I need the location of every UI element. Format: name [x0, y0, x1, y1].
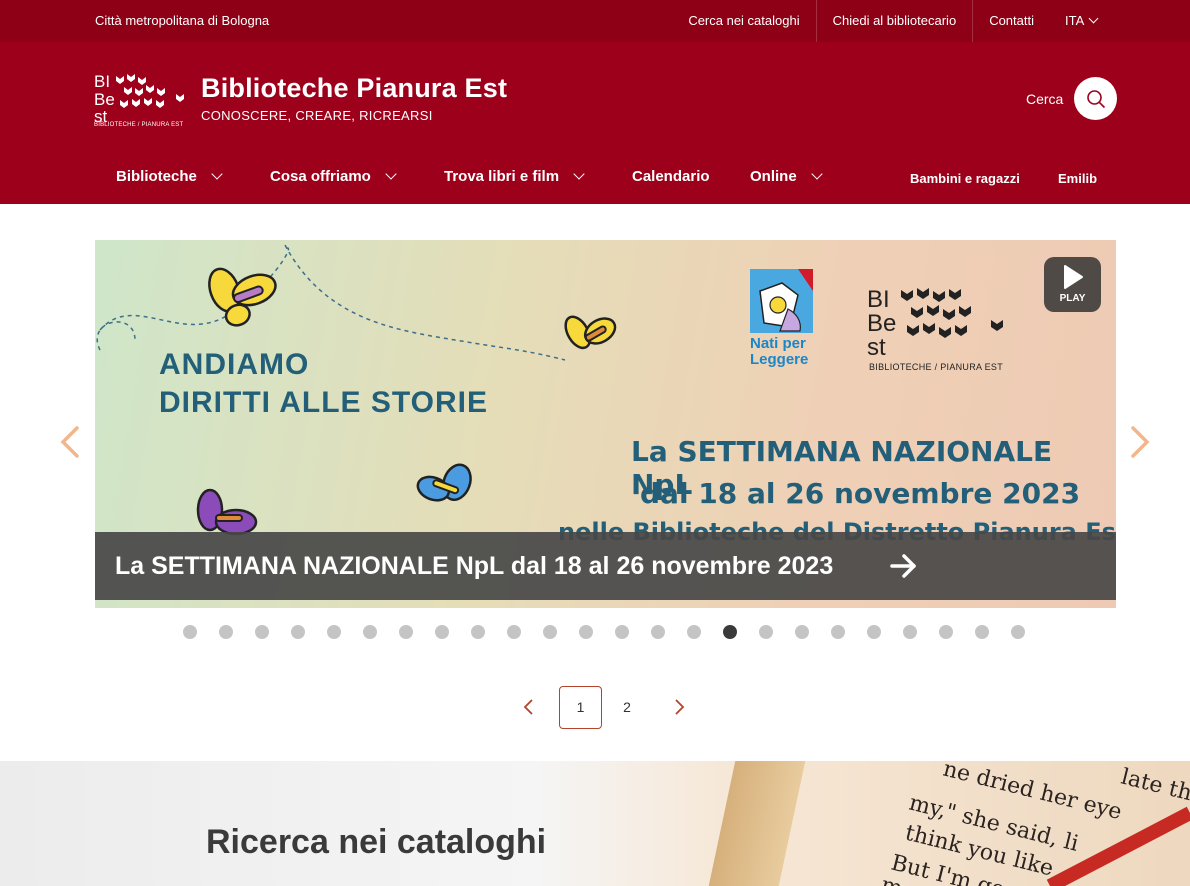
carousel-dot[interactable] [939, 625, 953, 639]
logo-subtext: BIBLIOTECHE / PIANURA EST [94, 122, 184, 128]
nav-label: Calendario [632, 168, 710, 185]
nati-per-leggere-logo [750, 269, 813, 333]
carousel-dot[interactable] [507, 625, 521, 639]
svg-text:Be: Be [867, 310, 896, 337]
catalog-section: ne dried her eye my," she said, li think… [0, 761, 1190, 886]
site-tagline: CONOSCERE, CREARE, RICREARSI [201, 108, 433, 123]
link-contatti[interactable]: Contatti [972, 0, 1050, 42]
play-label: PLAY [1059, 293, 1086, 304]
carousel-dot[interactable] [399, 625, 413, 639]
carousel-dot[interactable] [219, 625, 233, 639]
carousel-dot[interactable] [903, 625, 917, 639]
carousel-dot[interactable] [291, 625, 305, 639]
slide-caption-text: La SETTIMANA NAZIONALE NpL dal 18 al 26 … [115, 552, 834, 580]
carousel-dot[interactable] [471, 625, 485, 639]
search-label[interactable]: Cerca [1026, 91, 1063, 107]
nav-biblioteche[interactable]: Biblioteche [116, 168, 270, 185]
pager-next-icon[interactable] [670, 697, 688, 717]
carousel-dot[interactable] [759, 625, 773, 639]
nati-per-leggere-text: Nati per Leggere [750, 335, 809, 368]
nav-label: Trova libri e film [444, 168, 560, 185]
carousel-dot[interactable] [723, 625, 737, 639]
search-icon [1086, 89, 1105, 108]
slide-logo-subtext: BIBLIOTECHE / PIANURA EST [869, 362, 1004, 372]
search-button[interactable] [1074, 77, 1117, 120]
carousel-dot[interactable] [795, 625, 809, 639]
carousel-dot[interactable] [255, 625, 269, 639]
carousel-dot[interactable] [687, 625, 701, 639]
catalog-title: Ricerca nei cataloghi [206, 823, 547, 861]
site-header: BI Be st BIBLIOTECHE / PIANURA EST Bibli… [0, 42, 1190, 204]
chevron-down-icon [811, 168, 823, 180]
utility-links: Cerca nei cataloghi Chiedi al biblioteca… [672, 0, 1050, 42]
carousel-dot[interactable] [543, 625, 557, 639]
carousel-next-arrow-icon[interactable] [1128, 425, 1152, 459]
link-chiedi-bibliotecario[interactable]: Chiedi al bibliotecario [815, 0, 973, 42]
carousel-dot[interactable] [651, 625, 665, 639]
chevron-down-icon [1088, 13, 1099, 24]
svg-text:st: st [867, 334, 886, 361]
slide-heading-line1: ANDIAMO [159, 348, 310, 381]
main-nav: Biblioteche Cosa offriamo Trova libri e … [116, 168, 823, 185]
carousel-dot[interactable] [831, 625, 845, 639]
carousel-dot[interactable] [579, 625, 593, 639]
nav-emilib[interactable]: Emilib [1058, 171, 1097, 186]
nav-online[interactable]: Online [750, 168, 823, 185]
language-selector[interactable]: ITA [1065, 13, 1099, 28]
carousel-dot[interactable] [435, 625, 449, 639]
site-title[interactable]: Biblioteche Pianura Est [201, 73, 507, 104]
page-current[interactable]: 1 [559, 686, 602, 729]
nav-label: Cosa offriamo [270, 168, 371, 185]
chevron-down-icon [573, 168, 585, 180]
carousel-dot[interactable] [867, 625, 881, 639]
carousel-dot[interactable] [363, 625, 377, 639]
carousel-dot[interactable] [183, 625, 197, 639]
page-2-link[interactable]: 2 [616, 686, 638, 729]
link-cerca-cataloghi[interactable]: Cerca nei cataloghi [672, 0, 815, 42]
svg-text:late th: late th [1119, 765, 1190, 807]
book-edge-decoration [708, 761, 806, 886]
slide-heading-line2: DIRITTI ALLE STORIE [159, 386, 489, 419]
region-link[interactable]: Città metropolitana di Bologna [95, 13, 269, 28]
slide-npl-line2: dal 18 al 26 novembre 2023 [640, 477, 1081, 510]
nav-calendario[interactable]: Calendario [632, 168, 750, 185]
carousel-dots [183, 625, 1025, 639]
carousel-dot[interactable] [615, 625, 629, 639]
nav-label: Biblioteche [116, 168, 197, 185]
nav-bambini-ragazzi[interactable]: Bambini e ragazzi [910, 171, 1020, 186]
carousel-prev-arrow-icon[interactable] [58, 425, 82, 459]
carousel-dot[interactable] [327, 625, 341, 639]
carousel-dot[interactable] [1011, 625, 1025, 639]
chevron-down-icon [211, 168, 223, 180]
pager-prev-icon[interactable] [520, 697, 538, 717]
slide-caption[interactable]: La SETTIMANA NAZIONALE NpL dal 18 al 26 … [95, 532, 1116, 600]
play-icon [1064, 265, 1083, 289]
nav-label: Online [750, 168, 797, 185]
nav-trova-libri-film[interactable]: Trova libri e film [444, 168, 632, 185]
svg-text:BI: BI [94, 72, 110, 91]
bibest-logo[interactable]: BI Be st [94, 70, 186, 130]
svg-text:BI: BI [867, 286, 890, 313]
play-button[interactable]: PLAY [1044, 257, 1101, 312]
arrow-right-icon [890, 554, 916, 578]
book-page-image: ne dried her eye my," she said, li think… [879, 761, 1190, 886]
nav-cosa-offriamo[interactable]: Cosa offriamo [270, 168, 444, 185]
language-label: ITA [1065, 13, 1085, 28]
carousel-dot[interactable] [975, 625, 989, 639]
chevron-down-icon [385, 168, 397, 180]
top-utility-bar: Città metropolitana di Bologna Cerca nei… [0, 0, 1190, 42]
